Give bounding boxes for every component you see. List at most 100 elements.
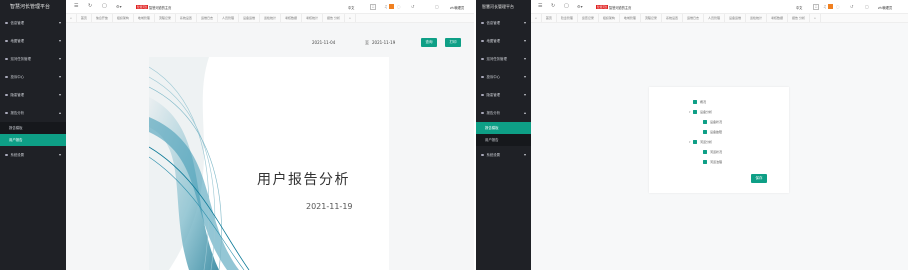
tab[interactable]: 首页	[542, 14, 557, 22]
submenu-report-template[interactable]: 报告模板	[476, 122, 531, 134]
sidebar-item-map[interactable]: 地图管理 ▾	[476, 32, 531, 50]
tab-nav-prev[interactable]: «	[66, 14, 77, 22]
print-button[interactable]: 打印	[445, 38, 461, 47]
fullscreen-icon[interactable]: ⛶	[813, 4, 819, 10]
date-start-input[interactable]: 2021-11-04	[312, 40, 335, 45]
tab[interactable]: 信息开放	[92, 14, 113, 22]
tab[interactable]: 组织架构	[599, 14, 620, 22]
tab[interactable]: 考核数据	[281, 14, 303, 22]
language-select[interactable]: 中文	[348, 5, 354, 10]
tab[interactable]: 人员管理	[704, 14, 725, 22]
menu-circle-icon	[481, 111, 484, 115]
window-icon[interactable]: ▢	[102, 3, 107, 9]
undo-icon[interactable]: ↺	[411, 4, 414, 9]
tab[interactable]: 巡查记录	[578, 14, 599, 22]
chat-icon[interactable]: ◌	[397, 4, 401, 9]
sidebar-item-settings[interactable]: 系统设置 ▾	[476, 146, 531, 164]
sidebar-item-info[interactable]: 信息管理 ▾	[0, 14, 66, 32]
chevron-up-icon: ▴	[523, 110, 526, 115]
checkbox-checked-icon[interactable]	[693, 100, 697, 104]
query-button[interactable]: 查询	[421, 38, 437, 47]
sidebar-item-map[interactable]: 地图管理 ▾	[0, 32, 66, 50]
menu-fold-icon[interactable]: ☰	[74, 3, 78, 9]
chevron-down-icon: ▾	[58, 38, 61, 43]
chat-icon[interactable]: ◌	[836, 4, 840, 9]
checkbox-checked-icon[interactable]	[703, 120, 707, 124]
sidebar-item-settings[interactable]: 系统设置 ▾	[0, 146, 66, 164]
date-end-input[interactable]: 2021-11-19	[372, 40, 395, 45]
checkbox-checked-icon[interactable]	[703, 130, 707, 134]
sidebar-item-hazard[interactable]: 隐患管理 ▾	[476, 86, 531, 104]
tab[interactable]: 组织架构	[113, 14, 134, 22]
checkbox-checked-icon[interactable]	[703, 150, 707, 154]
tab[interactable]: 系统设置	[176, 14, 197, 22]
tree-node-device-fault[interactable]: 设备故障	[699, 129, 722, 135]
checkbox-checked-icon[interactable]	[703, 160, 707, 164]
user-menu[interactable]: zhi管理员	[878, 5, 892, 10]
tab[interactable]: 人员管理	[218, 14, 239, 22]
checkbox-checked-icon[interactable]	[693, 110, 697, 114]
tab[interactable]: 运维日志	[683, 14, 704, 22]
tab[interactable]: 流程记录	[641, 14, 662, 22]
tab[interactable]: 系统设置	[662, 14, 683, 22]
tab-nav-prev[interactable]: «	[531, 14, 542, 22]
refresh-icon[interactable]: ↻	[88, 3, 92, 9]
sidebar-item-info[interactable]: 信息管理 ▾	[476, 14, 531, 32]
fullscreen-icon[interactable]: ⛶	[370, 4, 376, 10]
right-content: 概况 ▾ 设备分析 设备状况 设备故障 ▾ 河道分析 河道状况 河道治理 保存	[531, 23, 908, 270]
menu-circle-icon	[481, 93, 484, 97]
tree-node-device-status[interactable]: 设备状况	[699, 119, 722, 125]
tree-node-river-analysis[interactable]: ▾ 河道分析	[689, 139, 712, 145]
tab[interactable]: 运维日志	[197, 14, 218, 22]
tree-node-overview[interactable]: 概况	[689, 99, 706, 105]
tab-nav-next[interactable]: »	[345, 14, 356, 22]
checkbox-checked-icon[interactable]	[693, 140, 697, 144]
settings-icon[interactable]: ⚙▾	[577, 4, 583, 9]
menu-fold-icon[interactable]: ☰	[538, 3, 542, 9]
sidebar-item-report[interactable]: 报告分析 ▴	[0, 104, 66, 122]
menu-circle-icon	[481, 57, 484, 61]
tab[interactable]: 地域管理	[134, 14, 155, 22]
tab[interactable]: 首页	[77, 14, 92, 22]
language-select[interactable]: 中文	[796, 5, 802, 10]
home-link[interactable]: 智慧河道的主页	[609, 5, 631, 10]
tab[interactable]: 考核统计	[302, 14, 324, 22]
tab[interactable]: 流程记录	[155, 14, 176, 22]
tree-node-river-governance[interactable]: 河道治理	[699, 159, 722, 165]
undo-icon[interactable]: ↺	[850, 4, 853, 9]
notification-badge	[389, 4, 394, 9]
sidebar-item-patrol[interactable]: 巡河任务管理 ▾	[0, 50, 66, 68]
home-link[interactable]: 智慧河道的主页	[149, 5, 171, 10]
save-button[interactable]: 保存	[751, 174, 767, 183]
brand-tag: 智慧河长	[136, 5, 149, 9]
settings-icon[interactable]: ⚙▾	[116, 4, 122, 9]
window-icon[interactable]: ▢	[564, 3, 569, 9]
tab[interactable]: 巡检统计	[746, 14, 768, 22]
sidebar-item-report[interactable]: 报告分析 ▴	[476, 104, 531, 122]
screen-icon[interactable]: ▢	[435, 4, 439, 9]
tab[interactable]: 隐患管理	[557, 14, 578, 22]
tree-node-river-status[interactable]: 河道状况	[699, 149, 722, 155]
submenu-user-report[interactable]: 用户报告	[476, 134, 531, 146]
tab[interactable]: 报告 分析	[323, 14, 345, 22]
sidebar-item-complaint[interactable]: 投诉中心 ▾	[476, 68, 531, 86]
submenu-user-report[interactable]: 用户报告	[0, 134, 66, 146]
tree-node-device-analysis[interactable]: ▾ 设备分析	[689, 109, 712, 115]
refresh-icon[interactable]: ↻	[551, 3, 555, 9]
tab[interactable]: 地域管理	[620, 14, 641, 22]
submenu-report-template[interactable]: 报告模板	[0, 122, 66, 134]
sidebar-item-patrol[interactable]: 巡河任务管理 ▾	[476, 50, 531, 68]
tab[interactable]: 报告 分析	[788, 14, 810, 22]
bell-icon[interactable]: ♫	[384, 4, 388, 9]
tab[interactable]: 巡检统计	[260, 14, 281, 22]
tab[interactable]: 考核数据	[767, 14, 789, 22]
user-menu[interactable]: zhi管理员	[450, 5, 464, 10]
sidebar-item-hazard[interactable]: 隐患管理 ▾	[0, 86, 66, 104]
menu-circle-icon	[5, 153, 8, 157]
sidebar-item-complaint[interactable]: 投诉中心 ▾	[0, 68, 66, 86]
tab[interactable]: 设备运维	[725, 14, 746, 22]
bell-icon[interactable]: ♫	[823, 4, 827, 9]
screen-icon[interactable]: ▢	[865, 4, 869, 9]
tab[interactable]: 设备运维	[239, 14, 260, 22]
tab-nav-next[interactable]: »	[810, 14, 821, 22]
